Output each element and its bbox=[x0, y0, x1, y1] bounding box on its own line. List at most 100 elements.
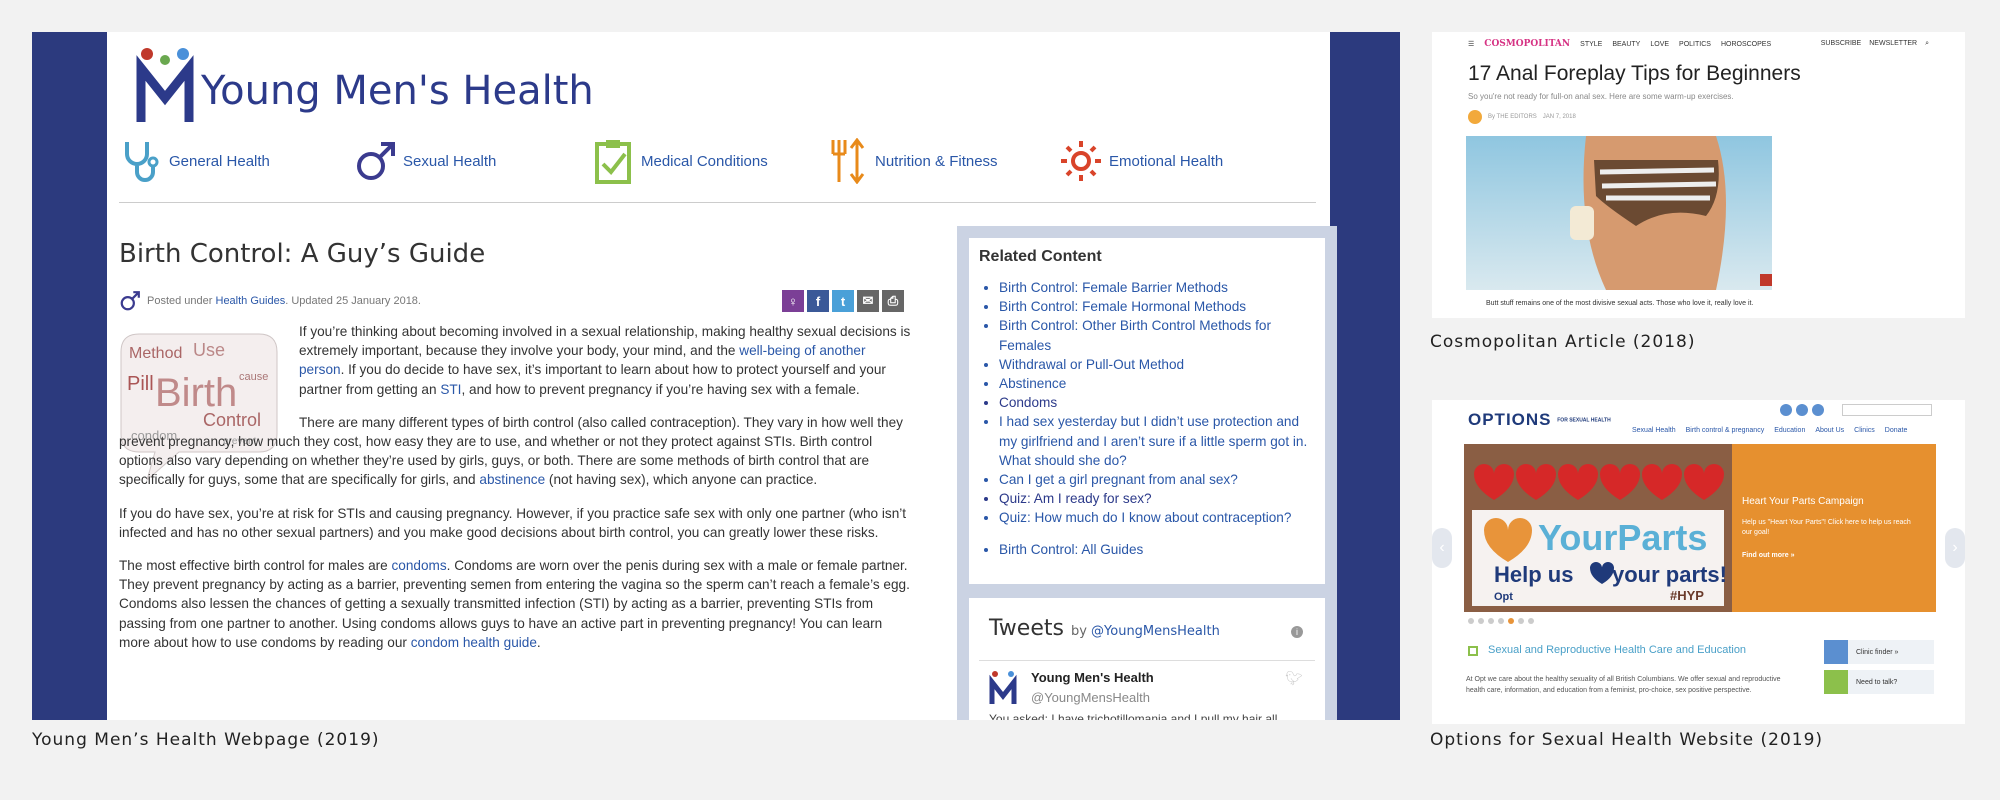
menu-item[interactable]: Clinics bbox=[1854, 427, 1875, 434]
health-guides-link[interactable]: Health Guides bbox=[216, 295, 286, 307]
facebook-icon[interactable] bbox=[1780, 404, 1792, 416]
male-symbol-icon bbox=[357, 142, 395, 180]
quick-links: Clinic finder » Need to talk? bbox=[1824, 640, 1934, 700]
menu-item[interactable]: About Us bbox=[1815, 427, 1844, 434]
carousel-dot[interactable] bbox=[1518, 618, 1524, 624]
male-symbol-icon bbox=[120, 291, 140, 311]
nav-item[interactable]: STYLE bbox=[1580, 41, 1602, 48]
rss-icon[interactable] bbox=[1812, 404, 1824, 416]
cosmo-topbar: ☰ COSMOPOLITAN STYLE BEAUTY LOVE POLITIC… bbox=[1432, 32, 1965, 56]
related-link[interactable]: Quiz: Am I ready for sex? bbox=[999, 489, 1315, 508]
avatar[interactable] bbox=[989, 670, 1017, 706]
share-bar: ♀ f t ✉ ⎙ bbox=[782, 290, 904, 312]
related-link[interactable]: Condoms bbox=[999, 393, 1315, 412]
female-symbol-icon[interactable]: ♀ bbox=[782, 290, 804, 312]
paragraph: The most effective birth control for mal… bbox=[119, 556, 912, 652]
menu-item[interactable]: Donate bbox=[1885, 427, 1908, 434]
menu-item[interactable]: Sexual Health bbox=[1632, 427, 1676, 434]
subscribe-link[interactable]: SUBSCRIBE bbox=[1821, 40, 1861, 48]
hero-org: Opt bbox=[1494, 591, 1513, 603]
print-icon[interactable]: ⎙ bbox=[882, 290, 904, 312]
menu-icon[interactable]: ☰ bbox=[1468, 40, 1474, 48]
ymh-logo-icon[interactable] bbox=[135, 46, 195, 126]
menu-item[interactable]: Education bbox=[1774, 427, 1805, 434]
related-link[interactable]: I had sex yesterday but I didn’t use pro… bbox=[999, 412, 1315, 470]
facebook-icon[interactable]: f bbox=[807, 290, 829, 312]
nav-label: Nutrition & Fitness bbox=[875, 152, 998, 170]
intro-text: At Opt we care about the healthy sexuali… bbox=[1466, 676, 1781, 694]
menu-item[interactable]: Birth control & pregnancy bbox=[1686, 427, 1765, 434]
nav-label: Medical Conditions bbox=[641, 152, 768, 170]
clinic-finder-button[interactable]: Clinic finder » bbox=[1824, 640, 1934, 664]
hero-help: Help us bbox=[1494, 562, 1573, 587]
carousel-prev-icon[interactable]: ‹ bbox=[1432, 528, 1452, 568]
nav-item[interactable]: POLITICS bbox=[1679, 41, 1711, 48]
author-avatar bbox=[1468, 110, 1482, 124]
carousel-dot[interactable] bbox=[1478, 618, 1484, 624]
twitter-bird-icon[interactable]: 🐦︎ bbox=[1285, 670, 1303, 687]
caption-options: Options for Sexual Health Website (2019) bbox=[1430, 730, 1824, 750]
caption-ymh: Young Men’s Health Webpage (2019) bbox=[32, 730, 380, 750]
meta-prefix: Posted under bbox=[147, 295, 216, 307]
tweet-author[interactable]: Young Men's Health bbox=[1031, 670, 1154, 685]
need-to-talk-button[interactable]: Need to talk? bbox=[1824, 670, 1934, 694]
hero-carousel[interactable]: YourParts Help us your parts! Opt #HYP H… bbox=[1464, 444, 1936, 612]
condom-guide-link[interactable]: condom health guide bbox=[411, 635, 537, 650]
related-all-link[interactable]: Birth Control: All Guides bbox=[999, 540, 1315, 559]
ymh-brand[interactable]: Young Men's Health bbox=[201, 68, 594, 114]
hero-word: YourParts bbox=[1538, 517, 1707, 558]
hero-title[interactable]: Heart Your Parts Campaign bbox=[1742, 496, 1864, 507]
twitter-icon[interactable] bbox=[1796, 404, 1808, 416]
topbar-right: SUBSCRIBE NEWSLETTER ⌕ bbox=[1821, 40, 1929, 48]
twitter-icon[interactable]: t bbox=[832, 290, 854, 312]
related-link[interactable]: Birth Control: Other Birth Control Metho… bbox=[999, 316, 1315, 354]
nav-label: Sexual Health bbox=[403, 152, 497, 170]
nav-item[interactable]: HOROSCOPES bbox=[1721, 41, 1771, 48]
options-menu: Sexual Health Birth control & pregnancy … bbox=[1632, 427, 1907, 434]
carousel-dot[interactable] bbox=[1488, 618, 1494, 624]
carousel-next-icon[interactable]: › bbox=[1945, 528, 1965, 568]
hero-body: Help us "Heart Your Parts"! Click here t… bbox=[1742, 519, 1911, 536]
related-list: Birth Control: Female Barrier Methods Bi… bbox=[979, 278, 1315, 528]
nav-emotional-health[interactable]: Emotional Health bbox=[1061, 136, 1223, 186]
carousel-dot[interactable] bbox=[1468, 618, 1474, 624]
nav-item[interactable]: BEAUTY bbox=[1612, 41, 1640, 48]
info-icon[interactable]: i bbox=[1291, 626, 1303, 638]
nav-sexual-health[interactable]: Sexual Health bbox=[355, 136, 496, 186]
logo-text: OPTIONS bbox=[1468, 410, 1552, 429]
tweet-handle[interactable]: @YoungMensHealth bbox=[1031, 690, 1150, 705]
divider bbox=[979, 660, 1315, 661]
hero-more-link[interactable]: Find out more » bbox=[1742, 552, 1795, 559]
related-link[interactable]: Quiz: How much do I know about contracep… bbox=[999, 508, 1315, 527]
tweets-widget: Tweets by @YoungMensHealth i Young Men's… bbox=[969, 598, 1325, 720]
related-link[interactable]: Birth Control: Female Barrier Methods bbox=[999, 278, 1315, 297]
search-icon[interactable]: ⌕ bbox=[1925, 40, 1929, 48]
sun-icon bbox=[1061, 141, 1101, 181]
options-logo[interactable]: OPTIONS FOR SEXUAL HEALTH bbox=[1468, 410, 1611, 430]
condoms-link[interactable]: condoms bbox=[392, 558, 447, 573]
nav-item[interactable]: LOVE bbox=[1650, 41, 1669, 48]
stethoscope-icon bbox=[125, 142, 159, 182]
related-link[interactable]: Can I get a girl pregnant from anal sex? bbox=[999, 470, 1315, 489]
text: . bbox=[536, 634, 541, 650]
tweets-handle-link[interactable]: @YoungMensHealth bbox=[1091, 624, 1220, 639]
related-link[interactable]: Abstinence bbox=[999, 374, 1315, 393]
nav-nutrition-fitness[interactable]: Nutrition & Fitness bbox=[827, 136, 998, 186]
nav-medical-conditions[interactable]: Medical Conditions bbox=[593, 136, 768, 186]
newsletter-link[interactable]: NEWSLETTER bbox=[1869, 40, 1917, 48]
related-link[interactable]: Birth Control: Female Hormonal Methods bbox=[999, 297, 1315, 316]
text: , and how to prevent pregnancy if you’re… bbox=[461, 381, 860, 397]
sti-link[interactable]: STI bbox=[440, 382, 461, 397]
nav-general-health[interactable]: General Health bbox=[121, 136, 270, 186]
cosmo-logo[interactable]: COSMOPOLITAN bbox=[1484, 39, 1570, 49]
carousel-dot[interactable] bbox=[1528, 618, 1534, 624]
carousel-dots bbox=[1468, 618, 1534, 624]
search-input[interactable] bbox=[1842, 404, 1932, 416]
tweet-text: You asked: I have trichotillomania and I… bbox=[989, 712, 1278, 720]
author[interactable]: By THE EDITORS bbox=[1488, 114, 1537, 120]
carousel-dot[interactable] bbox=[1498, 618, 1504, 624]
carousel-dot[interactable] bbox=[1508, 618, 1514, 624]
abstinence-link[interactable]: abstinence bbox=[479, 472, 545, 487]
related-link[interactable]: Withdrawal or Pull-Out Method bbox=[999, 355, 1315, 374]
email-icon[interactable]: ✉ bbox=[857, 290, 879, 312]
